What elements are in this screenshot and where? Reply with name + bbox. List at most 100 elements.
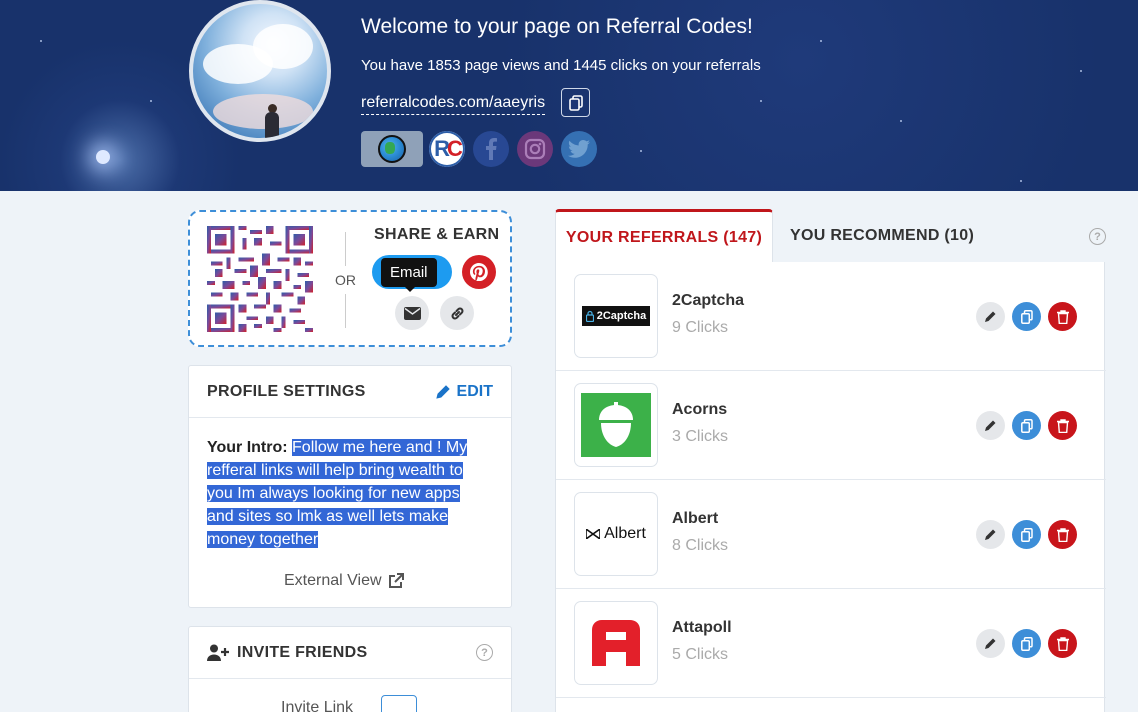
delete-referral-button[interactable] <box>1048 520 1077 549</box>
page-stats: You have 1853 page views and 1445 clicks… <box>361 57 761 74</box>
invite-friends-header: INVITE FRIENDS ? <box>189 627 511 679</box>
share-pinterest-button[interactable] <box>462 255 496 289</box>
profile-settings-title: PROFILE SETTINGS <box>207 382 366 400</box>
tab-you-recommend[interactable]: YOU RECOMMEND (10) <box>790 227 974 245</box>
edit-referral-button[interactable] <box>976 411 1005 440</box>
intro-label: Your Intro: <box>207 439 288 456</box>
list-item[interactable]: Attapoll 5 Clicks <box>556 589 1106 698</box>
copy-icon <box>568 94 583 111</box>
invite-link-label: Invite Link <box>281 699 354 712</box>
referral-clicks: 5 Clicks <box>672 646 729 663</box>
referral-name[interactable]: Acorns <box>672 401 727 419</box>
trash-icon <box>1056 418 1069 433</box>
share-card: OR SHARE & EARN Email <box>188 210 512 347</box>
copy-link-button[interactable] <box>440 296 474 330</box>
profile-intro: Your Intro: Follow me here and ! My reff… <box>207 436 487 551</box>
edit-referral-button[interactable] <box>976 629 1005 658</box>
pinterest-icon <box>470 263 488 281</box>
referral-clicks: 3 Clicks <box>672 428 729 445</box>
delete-referral-button[interactable] <box>1048 629 1077 658</box>
avatar-cloud <box>253 24 313 69</box>
referral-clicks: 9 Clicks <box>672 319 729 336</box>
facebook-glyph <box>486 138 497 160</box>
external-view-link[interactable]: External View <box>284 572 404 590</box>
copy-icon <box>1020 527 1033 542</box>
delete-referral-button[interactable] <box>1048 302 1077 331</box>
edit-label: EDIT <box>456 382 493 400</box>
list-item[interactable]: Acorns 3 Clicks <box>556 371 1106 480</box>
pencil-icon <box>435 385 450 399</box>
twitter-glyph <box>568 140 590 158</box>
star <box>900 120 902 122</box>
list-item[interactable]: Albert Albert 8 Clicks <box>556 480 1106 589</box>
acorn-icon <box>599 402 633 447</box>
avatar-cloud <box>213 94 313 129</box>
referral-clicks: 8 Clicks <box>672 537 729 554</box>
external-link-icon <box>388 573 404 588</box>
referral-name[interactable]: Albert <box>672 510 718 528</box>
edit-referral-button[interactable] <box>976 302 1005 331</box>
edit-referral-button[interactable] <box>976 520 1005 549</box>
help-icon[interactable]: ? <box>1089 228 1106 245</box>
referral-name[interactable]: Attapoll <box>672 619 732 637</box>
star <box>640 150 642 152</box>
welcome-heading: Welcome to your page on Referral Codes! <box>361 15 753 38</box>
share-email-button[interactable] <box>395 296 429 330</box>
copy-referral-button[interactable] <box>1012 411 1041 440</box>
copy-icon <box>1020 309 1033 324</box>
share-earn-title: SHARE & EARN <box>374 226 500 243</box>
star <box>150 100 152 102</box>
qr-code[interactable] <box>206 226 314 332</box>
bowtie-icon <box>586 529 601 539</box>
copy-referral-button[interactable] <box>1012 302 1041 331</box>
referral-logo: Albert <box>574 492 658 576</box>
edit-profile-button[interactable]: EDIT <box>435 382 493 401</box>
referral-name[interactable]: 2Captcha <box>672 292 744 310</box>
rc-logo-c: C <box>447 136 463 161</box>
star <box>760 100 762 102</box>
referralcodes-icon[interactable]: RC <box>429 131 465 167</box>
delete-referral-button[interactable] <box>1048 411 1077 440</box>
2captcha-logo-text: 2Captcha <box>596 310 647 322</box>
twitter-icon[interactable] <box>561 131 597 167</box>
copy-referral-button[interactable] <box>1012 629 1041 658</box>
referral-list: 2Captcha 2Captcha 9 Clicks Acorns 3 Clic… <box>555 262 1106 712</box>
star-glow <box>96 150 110 164</box>
avatar[interactable] <box>189 0 331 142</box>
albert-logo: Albert <box>586 525 646 543</box>
referral-logo <box>574 383 658 467</box>
profile-settings-card: PROFILE SETTINGS EDIT Your Intro: Follow… <box>188 365 512 608</box>
help-icon[interactable]: ? <box>476 644 493 661</box>
copy-url-button[interactable] <box>561 88 590 117</box>
referral-logo <box>574 601 658 685</box>
instagram-icon[interactable] <box>517 131 553 167</box>
star <box>1020 180 1022 182</box>
referral-tabs: YOUR REFERRALS (147) YOU RECOMMEND (10) … <box>555 209 1106 263</box>
lock-icon <box>585 310 594 322</box>
invite-copy-button[interactable] <box>381 695 417 712</box>
globe-icon <box>378 135 406 163</box>
pencil-icon <box>985 311 996 322</box>
facebook-icon[interactable] <box>473 131 509 167</box>
or-label: OR <box>335 272 356 288</box>
pencil-icon <box>985 420 996 431</box>
external-view-label: External View <box>284 572 382 589</box>
invite-friends-title: INVITE FRIENDS <box>237 643 368 661</box>
2captcha-logo: 2Captcha <box>582 306 650 326</box>
attapoll-logo <box>592 620 640 666</box>
invite-title-group: INVITE FRIENDS <box>207 644 367 662</box>
pencil-icon <box>985 529 996 540</box>
copy-icon <box>1020 418 1033 433</box>
tab-your-referrals[interactable]: YOUR REFERRALS (147) <box>555 209 773 263</box>
profile-banner: Welcome to your page on Referral Codes! … <box>0 0 1138 191</box>
copy-referral-button[interactable] <box>1012 520 1041 549</box>
website-link[interactable] <box>361 131 423 167</box>
trash-icon <box>1056 309 1069 324</box>
link-icon <box>451 307 463 319</box>
profile-settings-header: PROFILE SETTINGS EDIT <box>189 366 511 418</box>
profile-url-link[interactable]: referralcodes.com/aaeyris <box>361 94 546 115</box>
referral-logo: 2Captcha <box>574 274 658 358</box>
invite-friends-card: INVITE FRIENDS ? Invite Link <box>188 626 512 712</box>
albert-logo-text: Albert <box>604 525 646 542</box>
list-item[interactable]: 2Captcha 2Captcha 9 Clicks <box>556 262 1106 371</box>
